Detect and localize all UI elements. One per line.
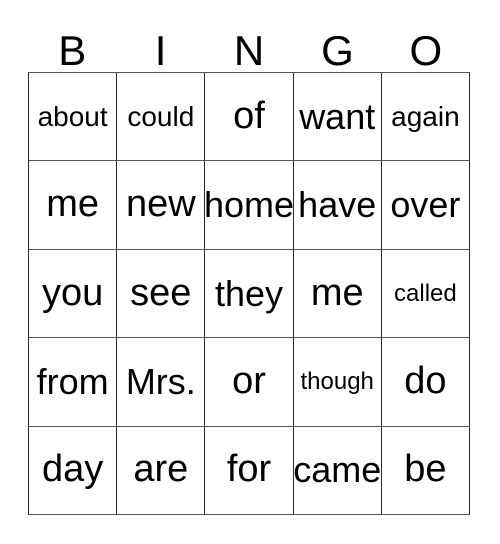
bingo-cell-word: or xyxy=(232,359,266,402)
bingo-cell[interactable]: me xyxy=(29,161,118,250)
bingo-row: about could of want again xyxy=(29,73,471,162)
bingo-cell[interactable]: could xyxy=(117,73,206,162)
bingo-cell-word: do xyxy=(404,359,447,402)
bingo-cell[interactable]: me xyxy=(293,249,382,339)
bingo-cell-word: came xyxy=(293,449,382,491)
bingo-card: B I N G O about could of want again me n… xyxy=(0,0,500,544)
bingo-cell-word: me xyxy=(310,271,364,314)
bingo-cell-word: see xyxy=(130,271,192,314)
bingo-cell[interactable]: called xyxy=(381,249,471,339)
bingo-cell-word: though xyxy=(300,368,374,396)
bingo-cell[interactable]: for xyxy=(205,426,294,516)
bingo-cell-word: day xyxy=(41,448,104,491)
bingo-cell-word: for xyxy=(226,448,272,491)
bingo-header-letter-i: I xyxy=(154,27,167,74)
bingo-header-letter-g: G xyxy=(321,27,354,74)
bingo-cell[interactable]: you xyxy=(29,249,118,339)
bingo-cell-word: over xyxy=(390,184,461,226)
bingo-header-row: B I N G O xyxy=(28,22,470,72)
bingo-cell[interactable]: came xyxy=(293,426,382,516)
bingo-header-cell-i: I xyxy=(116,22,204,72)
bingo-cell-word: be xyxy=(404,448,447,491)
bingo-cell[interactable]: have xyxy=(293,161,382,250)
bingo-header-letter-b: B xyxy=(58,27,87,74)
bingo-cell-word: new xyxy=(125,183,196,226)
bingo-header-cell-n: N xyxy=(205,22,293,72)
bingo-cell-word: have xyxy=(298,184,377,226)
bingo-row: me new home have over xyxy=(29,161,471,250)
bingo-cell[interactable]: do xyxy=(381,338,471,427)
bingo-cell-word: me xyxy=(46,183,99,226)
bingo-row: day are for came be xyxy=(29,426,471,516)
bingo-cell-word: home xyxy=(205,184,294,226)
bingo-cell[interactable]: home xyxy=(205,161,294,250)
bingo-cell[interactable]: want xyxy=(293,73,382,162)
bingo-cell-word: again xyxy=(391,101,460,132)
bingo-cell-word: want xyxy=(299,95,376,137)
bingo-cell-word: called xyxy=(394,279,457,307)
bingo-cell[interactable]: of xyxy=(205,73,294,162)
bingo-cell-word: about xyxy=(37,101,108,132)
bingo-cell[interactable]: from xyxy=(29,338,118,427)
bingo-cell-word: you xyxy=(41,271,104,314)
bingo-cell[interactable]: or xyxy=(205,338,294,427)
bingo-header-cell-g: G xyxy=(293,22,381,72)
bingo-cell[interactable]: they xyxy=(205,249,294,339)
bingo-cell[interactable]: be xyxy=(381,426,471,516)
bingo-header-letter-o: O xyxy=(409,27,443,74)
bingo-header-letter-n: N xyxy=(233,27,265,74)
bingo-cell[interactable]: though xyxy=(293,338,382,427)
bingo-cell-word: they xyxy=(214,272,284,314)
bingo-cell[interactable]: again xyxy=(381,73,471,162)
bingo-cell[interactable]: about xyxy=(29,73,118,162)
bingo-cell[interactable]: over xyxy=(381,161,471,250)
bingo-cell[interactable]: Mrs. xyxy=(117,338,206,427)
bingo-header-cell-b: B xyxy=(28,22,116,72)
bingo-cell[interactable]: new xyxy=(117,161,206,250)
bingo-row: you see they me called xyxy=(29,249,471,339)
bingo-cell-word: from xyxy=(36,361,109,403)
bingo-header-cell-o: O xyxy=(382,22,470,72)
bingo-cell[interactable]: day xyxy=(29,426,118,516)
bingo-cell-word: are xyxy=(133,448,189,491)
bingo-grid: about could of want again me new home ha… xyxy=(28,72,471,516)
bingo-cell[interactable]: are xyxy=(117,426,206,516)
bingo-cell-word: of xyxy=(233,94,265,137)
bingo-cell-word: Mrs. xyxy=(125,361,196,403)
bingo-row: from Mrs. or though do xyxy=(29,338,471,427)
bingo-cell[interactable]: see xyxy=(117,249,206,339)
bingo-cell-word: could xyxy=(127,101,195,132)
